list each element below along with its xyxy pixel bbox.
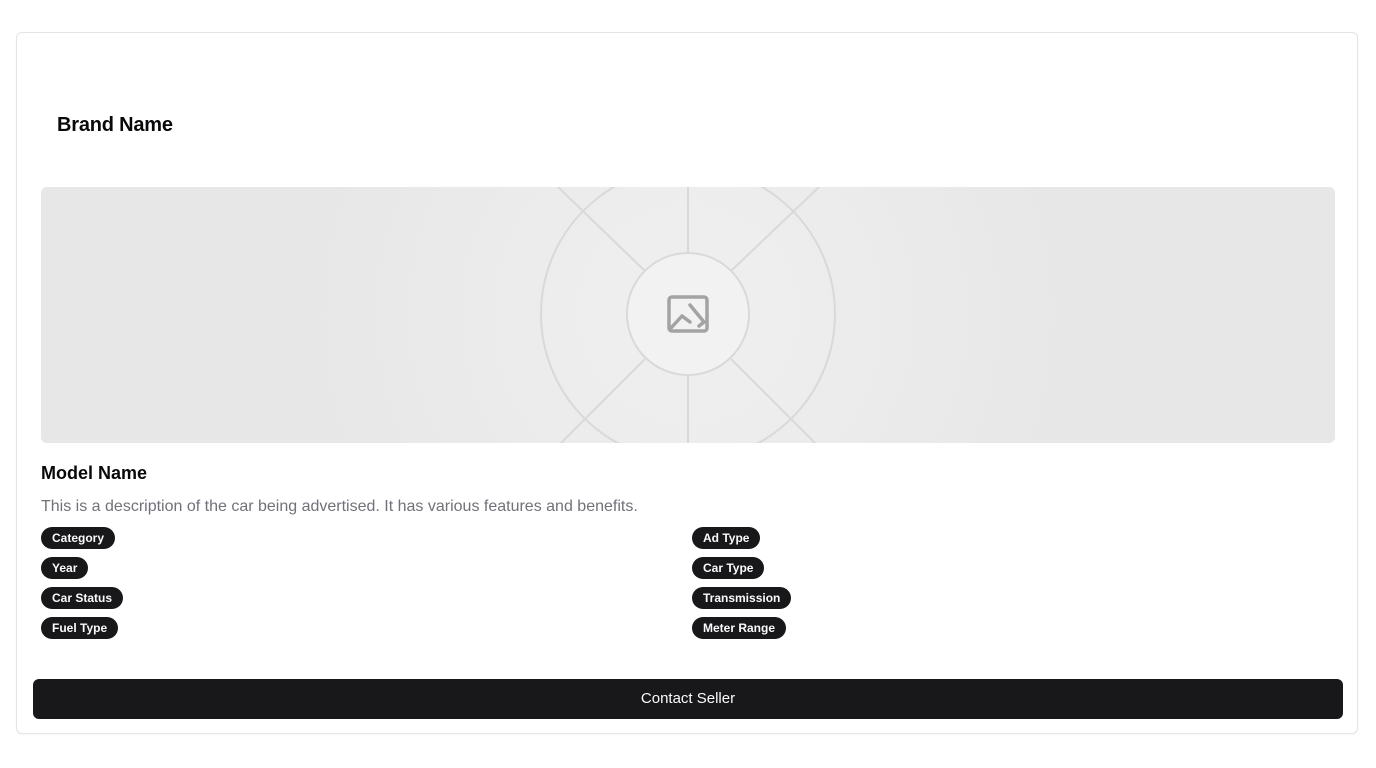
placeholder-graphic xyxy=(41,187,1335,443)
tag-car-status[interactable]: Car Status xyxy=(41,587,124,609)
tag-ad-type[interactable]: Ad Type xyxy=(692,527,761,549)
tag-list-left: Category Year Car Status Fuel Type xyxy=(41,527,124,639)
tag-car-type[interactable]: Car Type xyxy=(692,557,765,579)
tag-year[interactable]: Year xyxy=(41,557,89,579)
brand-name: Brand Name xyxy=(57,114,173,136)
car-description: This is a description of the car being a… xyxy=(41,498,638,515)
tag-list-right: Ad Type Car Type Transmission Meter Rang… xyxy=(692,527,792,639)
contact-seller-button[interactable]: Contact Seller xyxy=(33,679,1343,719)
tag-fuel-type[interactable]: Fuel Type xyxy=(41,617,119,639)
model-name: Model Name xyxy=(41,463,148,483)
car-image-placeholder xyxy=(41,187,1335,443)
tag-category[interactable]: Category xyxy=(41,527,116,549)
tag-transmission[interactable]: Transmission xyxy=(692,587,792,609)
listing-card: Brand Name Model Name This is a descript… xyxy=(16,32,1358,734)
tag-meter-range[interactable]: Meter Range xyxy=(692,617,787,639)
